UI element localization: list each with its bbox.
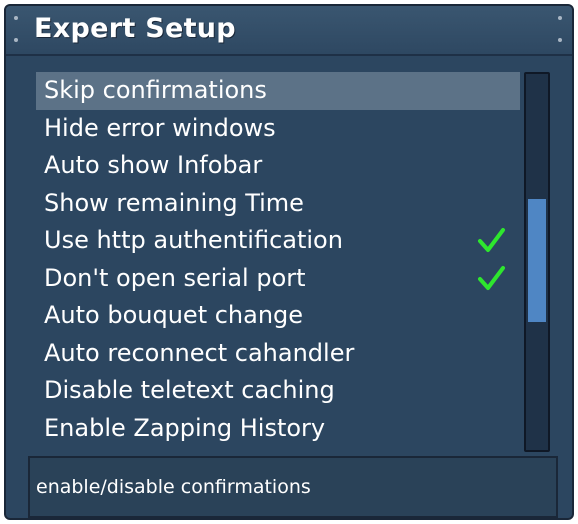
scrollbar-thumb[interactable] [528, 198, 546, 322]
settings-list-item[interactable]: Use http authentification [36, 222, 520, 260]
settings-item-label: Skip confirmations [44, 76, 267, 104]
settings-item-label: Auto bouquet change [44, 301, 304, 329]
settings-list-item[interactable]: Hide error windows [36, 110, 520, 148]
corner-rivet-icon [14, 16, 18, 20]
settings-list-item[interactable]: Auto reconnect cahandler [36, 335, 520, 373]
settings-item-label: Enable Zapping History [44, 413, 326, 442]
settings-list-item[interactable]: Skip confirmations [36, 72, 520, 110]
settings-list-item[interactable]: Auto bouquet change [36, 297, 520, 335]
status-bar: enable/disable confirmations [28, 456, 558, 518]
scrollbar[interactable] [524, 72, 550, 452]
title-bar: Expert Setup [6, 6, 572, 56]
checkmark-icon [478, 265, 505, 290]
expert-setup-window: Expert Setup Skip confirmations Hide erro… [4, 4, 574, 520]
checkmark-icon [478, 228, 505, 252]
settings-list[interactable]: Skip confirmations Hide error windows Auto… [36, 72, 520, 452]
settings-list-item[interactable]: Show remaining Time [36, 185, 520, 223]
window-title: Expert Setup [34, 13, 236, 44]
corner-rivet-icon [558, 38, 562, 42]
settings-item-label: Hide error windows [44, 113, 276, 142]
corner-rivet-icon [558, 16, 562, 20]
corner-rivet-icon [14, 38, 18, 42]
settings-list-item[interactable]: Don't open serial port [36, 260, 520, 298]
settings-item-label: Don't open serial port [44, 263, 306, 292]
settings-item-label: Auto reconnect cahandler [44, 338, 355, 367]
settings-list-item[interactable]: Disable teletext caching [36, 372, 520, 410]
settings-list-item[interactable]: Auto show Infobar [36, 147, 520, 185]
settings-item-label: Show remaining Time [44, 188, 304, 217]
settings-item-label: Use http authentification [44, 226, 343, 254]
settings-list-item[interactable]: Enable Zapping History [36, 410, 520, 448]
settings-item-label: Disable teletext caching [44, 376, 335, 404]
status-text: enable/disable confirmations [36, 476, 311, 498]
settings-item-label: Auto show Infobar [44, 151, 263, 179]
